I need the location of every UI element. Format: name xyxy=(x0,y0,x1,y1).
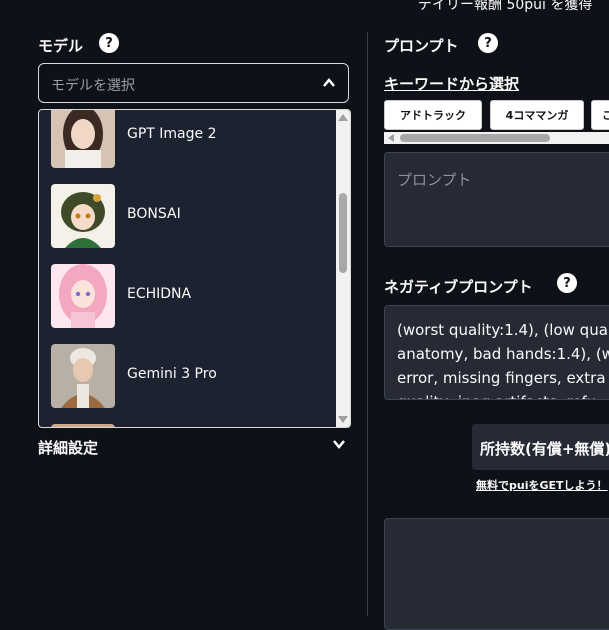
prompt-textarea[interactable]: プロンプト xyxy=(384,152,609,247)
tag-button[interactable]: 4コママンガ xyxy=(490,100,584,130)
portrait-woman-long-hair-icon xyxy=(51,110,115,168)
scroll-left-arrow-icon[interactable] xyxy=(387,134,395,142)
chevron-down-icon[interactable] xyxy=(332,437,346,451)
chevron-up-icon xyxy=(323,78,335,87)
prompt-placeholder: プロンプト xyxy=(397,171,472,189)
model-help-icon[interactable]: ? xyxy=(99,33,119,53)
portrait-thumbnail-icon xyxy=(51,424,115,427)
negative-prompt-text: (worst quality:1.4), (low qual anatomy, … xyxy=(397,318,609,399)
column-divider xyxy=(367,32,368,616)
tag-button[interactable]: こ xyxy=(591,100,609,130)
model-option-label: ECHIDNA xyxy=(127,286,192,302)
output-panel xyxy=(384,518,609,630)
balance-label: 所持数(有償+無償) xyxy=(480,440,609,458)
model-option-label: BONSAI xyxy=(127,206,181,222)
model-select[interactable]: モデルを選択 xyxy=(38,63,349,103)
portrait-woman-beanie-icon xyxy=(51,344,115,408)
model-option-label: Gemini 3 Pro xyxy=(127,366,217,382)
negative-prompt-title: ネガティブプロンプト xyxy=(384,278,533,296)
tag-button[interactable]: アドトラック xyxy=(384,100,482,130)
keyword-select-link[interactable]: キーワードから選択 xyxy=(384,73,519,94)
anime-girl-green-hair-icon xyxy=(51,184,115,248)
model-option-label: GPT Image 2 xyxy=(127,126,217,142)
prompt-help-icon[interactable]: ? xyxy=(478,33,498,53)
negative-prompt-line: (worst quality:1.4), (low qual xyxy=(397,321,609,339)
scroll-down-arrow-icon[interactable] xyxy=(338,416,348,423)
scroll-up-arrow-icon[interactable] xyxy=(338,114,348,121)
advanced-settings-toggle[interactable]: 詳細設定 xyxy=(38,437,98,458)
balance-box: 所持数(有償+無償) xyxy=(472,424,609,470)
model-option-gpt-image-2[interactable]: GPT Image 2 xyxy=(51,110,301,168)
model-option-partial[interactable] xyxy=(51,424,301,427)
model-option-bonsai[interactable]: BONSAI xyxy=(51,184,301,248)
negative-prompt-line: quality, jpeg artifacts, refu xyxy=(397,390,609,399)
negative-prompt-textarea[interactable]: (worst quality:1.4), (low qual anatomy, … xyxy=(384,305,609,400)
dropdown-scrollbar[interactable] xyxy=(336,110,350,427)
model-section-title: モデル xyxy=(38,37,84,55)
scrollbar-thumb[interactable] xyxy=(339,193,347,273)
model-select-placeholder: モデルを選択 xyxy=(51,78,135,94)
get-pui-link[interactable]: 無料でpuiをGETしよう！ xyxy=(476,477,608,493)
negative-prompt-line: anatomy, bad hands:1.4), (wa xyxy=(397,345,609,363)
negative-prompt-line: error, missing fingers, extra d xyxy=(397,369,609,387)
model-option-gemini-3-pro[interactable]: Gemini 3 Pro xyxy=(51,344,301,408)
model-option-echidna[interactable]: ECHIDNA xyxy=(51,264,301,328)
tags-horizontal-scrollbar[interactable] xyxy=(384,132,609,144)
anime-girl-pink-hair-icon xyxy=(51,264,115,328)
negative-prompt-help-icon[interactable]: ? xyxy=(557,273,577,293)
daily-reward-banner: デイリー報酬 50pui を獲得 xyxy=(418,0,593,13)
scrollbar-thumb[interactable] xyxy=(400,134,550,142)
model-dropdown-list[interactable]: GPT Image 2 BONSAI ECHIDNA Gemini 3 Pro xyxy=(38,109,351,428)
prompt-section-title: プロンプト xyxy=(384,37,459,55)
